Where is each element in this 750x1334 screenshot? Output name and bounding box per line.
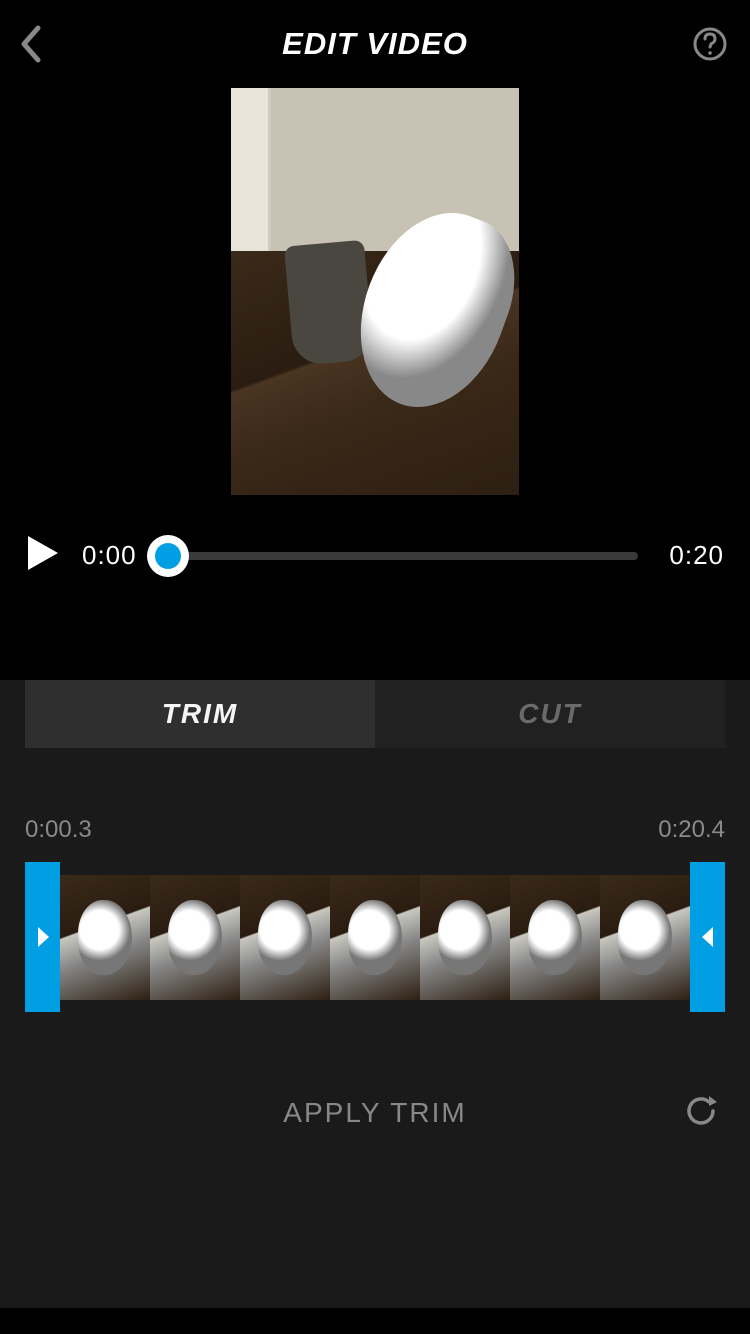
play-button[interactable] — [26, 534, 60, 577]
help-icon — [692, 26, 728, 62]
video-frame — [231, 88, 519, 495]
edit-panel: TRIM CUT 0:00.3 0:20.4 APPLY TRIM — [0, 680, 750, 1308]
tab-cut[interactable]: CUT — [375, 680, 725, 748]
bottom-toolbar — [0, 1308, 750, 1334]
trim-start-time: 0:00.3 — [25, 816, 92, 844]
trim-handle-left[interactable] — [25, 862, 60, 1012]
scrubber-handle[interactable] — [147, 535, 189, 577]
back-button[interactable] — [18, 24, 42, 69]
trim-end-time: 0:20.4 — [658, 816, 725, 844]
mode-tabs: TRIM CUT — [25, 680, 725, 748]
filmstrip-frame — [510, 875, 600, 1000]
current-time: 0:00 — [82, 540, 146, 571]
filmstrip-frame — [60, 875, 150, 1000]
trim-handle-right[interactable] — [690, 862, 725, 1012]
filmstrip-frame — [240, 875, 330, 1000]
reset-icon — [681, 1091, 721, 1131]
filmstrip-frame — [150, 875, 240, 1000]
page-title: EDIT VIDEO — [282, 26, 468, 62]
header: EDIT VIDEO — [0, 0, 750, 88]
help-button[interactable] — [692, 26, 728, 67]
chevron-left-icon — [18, 24, 42, 64]
total-time: 0:20 — [660, 540, 724, 571]
trim-filmstrip — [25, 862, 725, 1012]
video-preview[interactable] — [0, 88, 750, 513]
apply-row: APPLY TRIM — [25, 1097, 725, 1129]
playback-bar: 0:00 0:20 — [0, 513, 750, 598]
tab-trim[interactable]: TRIM — [25, 680, 375, 748]
filmstrip-frame — [600, 875, 690, 1000]
scrubber-track[interactable] — [168, 552, 638, 560]
filmstrip-frame — [420, 875, 510, 1000]
apply-trim-button[interactable]: APPLY TRIM — [283, 1097, 466, 1129]
filmstrip-frames[interactable] — [60, 875, 690, 1000]
filmstrip-frame — [330, 875, 420, 1000]
reset-button[interactable] — [681, 1091, 721, 1136]
play-icon — [26, 534, 60, 572]
triangle-left-icon — [700, 924, 716, 950]
trim-time-labels: 0:00.3 0:20.4 — [25, 816, 725, 844]
triangle-right-icon — [35, 924, 51, 950]
